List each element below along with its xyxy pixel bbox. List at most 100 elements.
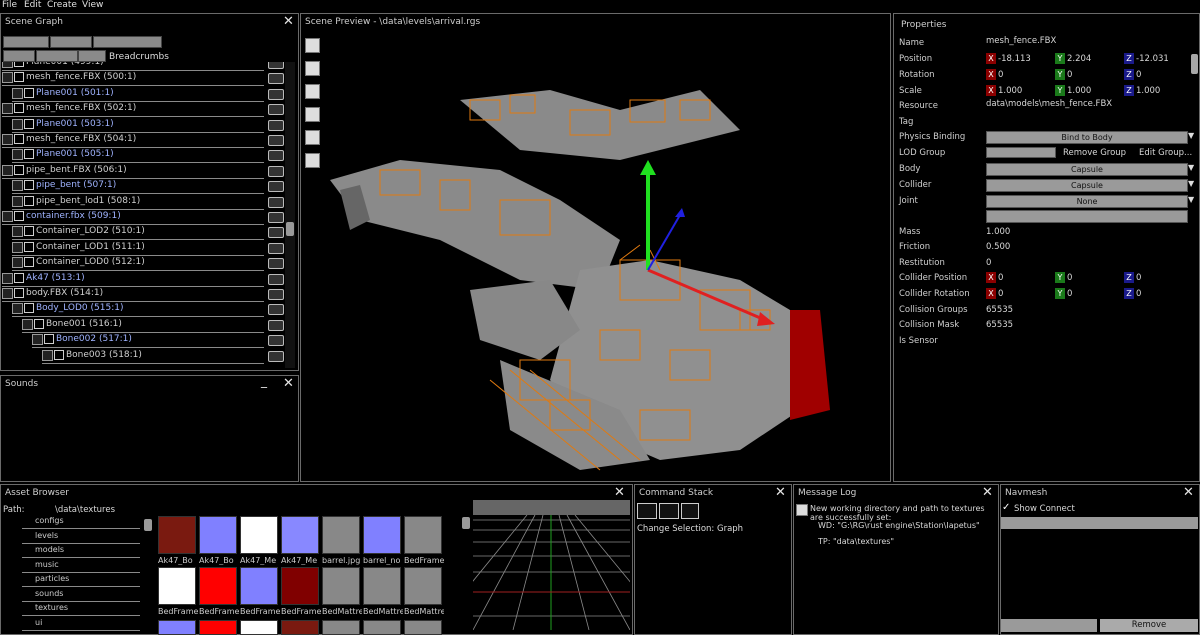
rotation-x[interactable]: 0 bbox=[998, 70, 1003, 80]
joint-edit-button[interactable] bbox=[986, 210, 1188, 223]
asset-thumbnail[interactable] bbox=[363, 620, 401, 635]
rotation-z[interactable]: 0 bbox=[1136, 70, 1141, 80]
visibility-eye-icon[interactable] bbox=[268, 181, 284, 193]
visibility-eye-icon[interactable] bbox=[268, 242, 284, 254]
expand-toggle-icon[interactable] bbox=[2, 164, 13, 176]
expand-toggle-icon[interactable] bbox=[2, 272, 13, 284]
remove-group-button[interactable]: Remove Group bbox=[1063, 148, 1126, 158]
edit-group-button[interactable]: Edit Group... bbox=[1139, 148, 1192, 158]
tree-item[interactable]: Bone002 (517:1) bbox=[32, 333, 264, 349]
folder-item[interactable]: levels bbox=[22, 531, 140, 544]
menu-create[interactable]: Create bbox=[47, 0, 77, 10]
expand-toggle-icon[interactable] bbox=[2, 211, 13, 222]
expand-toggle-icon[interactable] bbox=[12, 195, 23, 207]
asset-thumbnail[interactable] bbox=[404, 620, 442, 635]
restitution-value[interactable]: 0 bbox=[986, 258, 991, 268]
expand-toggle-icon[interactable] bbox=[42, 349, 53, 361]
asset-thumbnail[interactable] bbox=[281, 567, 319, 605]
tree-item[interactable]: Body_LOD0 (515:1) bbox=[12, 302, 264, 318]
scrollbar-thumb[interactable] bbox=[144, 519, 152, 531]
tree-item[interactable]: Plane001 (505:1) bbox=[12, 148, 264, 164]
expand-toggle-icon[interactable] bbox=[12, 241, 23, 253]
tree-item[interactable]: Container_LOD1 (511:1) bbox=[12, 241, 264, 256]
folder-item[interactable]: ui bbox=[22, 618, 140, 631]
chevron-down-icon[interactable]: ▼ bbox=[1188, 131, 1194, 140]
undo-icon[interactable] bbox=[637, 503, 657, 519]
tree-item[interactable]: mesh_fence.FBX (504:1) bbox=[2, 133, 264, 148]
name-value[interactable]: mesh_fence.FBX bbox=[986, 36, 1056, 46]
expand-toggle-icon[interactable] bbox=[12, 257, 23, 269]
chevron-down-icon[interactable]: ▼ bbox=[1188, 163, 1194, 172]
resource-value[interactable]: data\models\mesh_fence.FBX bbox=[986, 99, 1112, 109]
breadcrumbs-label[interactable]: Breadcrumbs bbox=[109, 52, 169, 62]
joint-select[interactable]: None bbox=[986, 195, 1188, 208]
tree-item[interactable]: Plane001 (503:1) bbox=[12, 118, 264, 133]
expand-toggle-icon[interactable] bbox=[2, 72, 13, 84]
scrollbar-thumb[interactable] bbox=[286, 222, 294, 236]
body-select[interactable]: Capsule bbox=[986, 163, 1188, 176]
tree-item[interactable]: Container_LOD0 (512:1) bbox=[12, 256, 264, 272]
clear-icon[interactable] bbox=[681, 503, 699, 519]
tree-item[interactable]: Ak47 (513:1) bbox=[2, 272, 264, 287]
asset-thumbnail[interactable] bbox=[363, 567, 401, 605]
visibility-eye-icon[interactable] bbox=[268, 119, 284, 131]
move-tool-icon[interactable] bbox=[305, 61, 320, 76]
visibility-eye-icon[interactable] bbox=[268, 304, 284, 316]
asset-thumbnail[interactable] bbox=[158, 516, 196, 554]
visibility-eye-icon[interactable] bbox=[268, 62, 284, 69]
show-connect-label[interactable]: Show Connect bbox=[1014, 504, 1075, 514]
position-y[interactable]: 2.204 bbox=[1067, 54, 1091, 64]
asset-thumbnail[interactable] bbox=[240, 516, 278, 554]
collider-position-y[interactable]: 0 bbox=[1067, 273, 1072, 283]
tree-item[interactable]: pipe_bent (507:1) bbox=[12, 179, 264, 195]
close-icon[interactable]: ✕ bbox=[982, 485, 993, 500]
command-entry[interactable]: Change Selection: Graph bbox=[637, 524, 743, 534]
expand-toggle-icon[interactable] bbox=[12, 226, 23, 238]
toolbar-button[interactable] bbox=[36, 50, 78, 62]
mass-value[interactable]: 1.000 bbox=[986, 227, 1010, 237]
collider-position-x[interactable]: 0 bbox=[998, 273, 1003, 283]
folder-item[interactable]: models bbox=[22, 545, 140, 558]
position-z[interactable]: -12.031 bbox=[1136, 54, 1169, 64]
expand-toggle-icon[interactable] bbox=[2, 62, 13, 68]
tree-item[interactable]: Container_LOD2 (510:1) bbox=[12, 225, 264, 241]
asset-thumbnail[interactable] bbox=[240, 567, 278, 605]
visibility-eye-icon[interactable] bbox=[268, 319, 284, 331]
expand-toggle-icon[interactable] bbox=[12, 118, 23, 130]
visibility-eye-icon[interactable] bbox=[268, 196, 284, 208]
visibility-eye-icon[interactable] bbox=[268, 289, 284, 300]
asset-thumbnail[interactable] bbox=[199, 567, 237, 605]
visibility-eye-icon[interactable] bbox=[268, 227, 284, 239]
visibility-eye-icon[interactable] bbox=[268, 135, 284, 146]
folder-item[interactable]: textures bbox=[22, 603, 140, 616]
visibility-eye-icon[interactable] bbox=[268, 212, 284, 223]
tree-item[interactable]: pipe_bent_lod1 (508:1) bbox=[12, 195, 264, 210]
visibility-eye-icon[interactable] bbox=[268, 73, 284, 85]
visibility-eye-icon[interactable] bbox=[268, 150, 284, 162]
asset-thumbnail[interactable] bbox=[404, 516, 442, 554]
visibility-eye-icon[interactable] bbox=[268, 335, 284, 347]
navmesh-list-item[interactable] bbox=[1001, 517, 1198, 529]
scale-z[interactable]: 1.000 bbox=[1136, 86, 1160, 96]
expand-toggle-icon[interactable] bbox=[2, 134, 13, 145]
asset-thumbnail[interactable] bbox=[281, 516, 319, 554]
expand-toggle-icon[interactable] bbox=[22, 318, 33, 330]
menu-edit[interactable]: Edit bbox=[24, 0, 41, 10]
asset-thumbnail[interactable] bbox=[281, 620, 319, 635]
tree-item[interactable]: mesh_fence.FBX (500:1) bbox=[2, 71, 264, 87]
close-icon[interactable]: ✕ bbox=[775, 485, 786, 500]
tree-item[interactable]: Plane001 (501:1) bbox=[12, 87, 264, 102]
close-icon[interactable]: ✕ bbox=[1183, 485, 1194, 500]
collider-rotation-x[interactable]: 0 bbox=[998, 289, 1003, 299]
tree-item[interactable]: Plane001 (499:1) bbox=[2, 62, 264, 71]
collider-position-z[interactable]: 0 bbox=[1136, 273, 1141, 283]
visibility-eye-icon[interactable] bbox=[268, 350, 284, 362]
menu-file[interactable]: File bbox=[2, 0, 17, 10]
tree-item[interactable]: container.fbx (509:1) bbox=[2, 210, 264, 225]
expand-toggle-icon[interactable] bbox=[2, 103, 13, 115]
toolbar-button[interactable] bbox=[3, 36, 49, 48]
select-tool-icon[interactable] bbox=[305, 38, 320, 53]
visibility-eye-icon[interactable] bbox=[268, 88, 284, 100]
collider-select[interactable]: Capsule bbox=[986, 179, 1188, 192]
asset-thumbnail[interactable] bbox=[404, 567, 442, 605]
